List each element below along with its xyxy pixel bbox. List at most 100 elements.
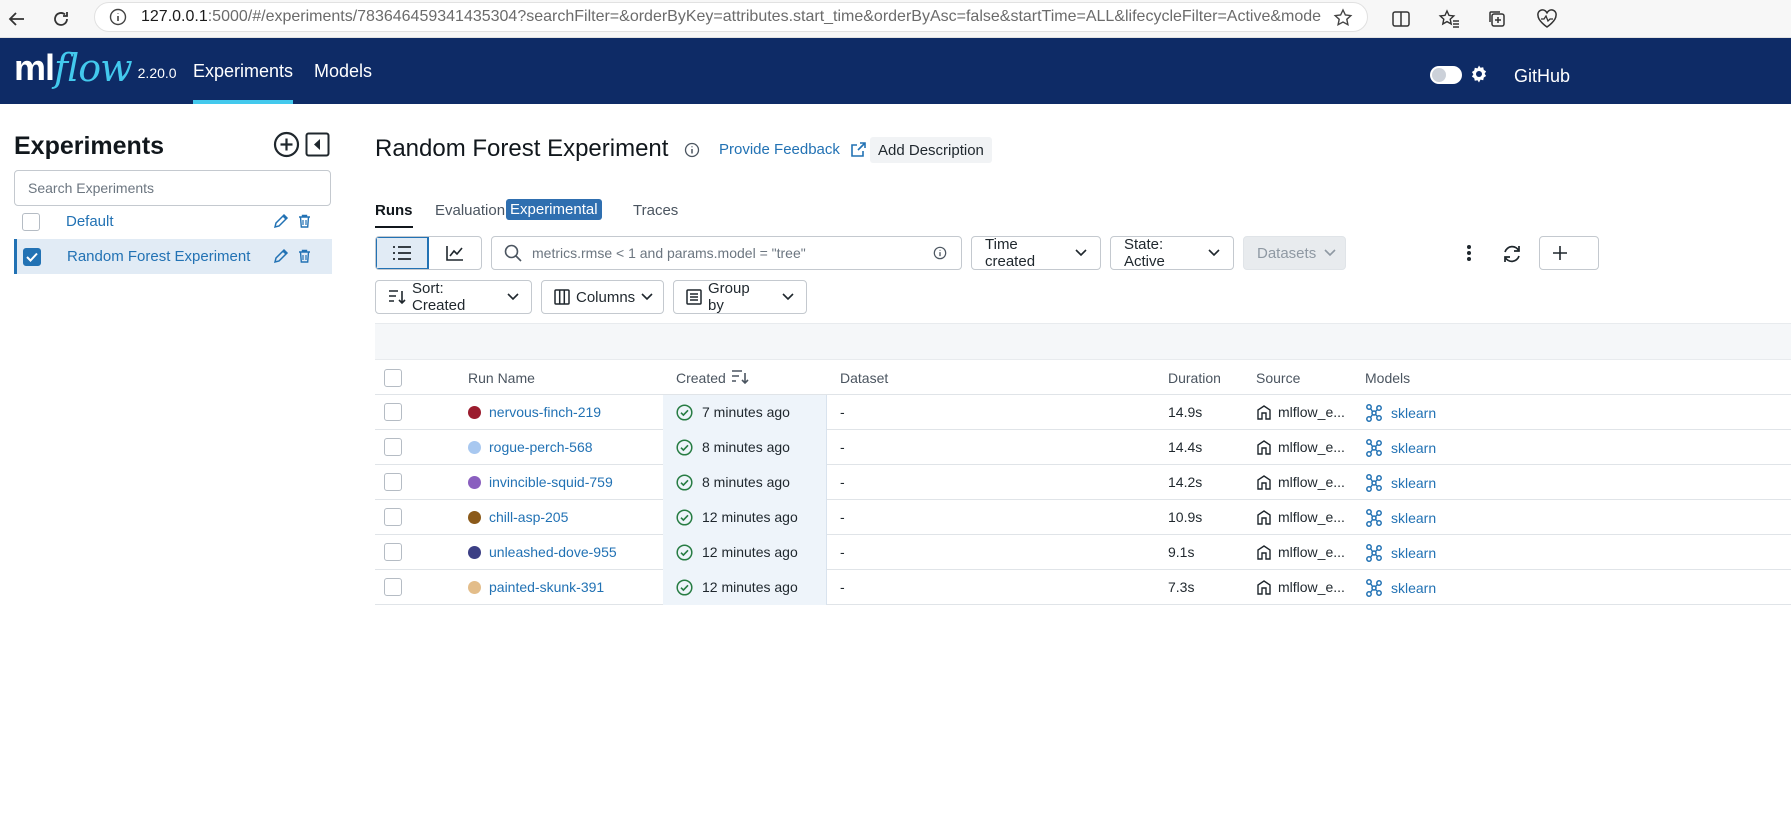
nav-experiments[interactable]: Experiments [193, 38, 294, 104]
model-icon [1365, 404, 1383, 422]
tab-runs[interactable]: Runs [375, 202, 413, 228]
run-color-dot [468, 476, 481, 489]
chart-view-button[interactable] [429, 237, 482, 269]
source-name: mlflow_e... [1278, 404, 1345, 420]
new-run-button[interactable] [1539, 236, 1599, 270]
model-cell[interactable]: sklearn [1365, 509, 1436, 527]
columns-icon [554, 289, 570, 305]
experiment-checkbox[interactable] [23, 247, 41, 266]
sort-dropdown[interactable]: Sort: Created [375, 280, 532, 314]
header-run-name[interactable]: Run Name [468, 370, 535, 386]
more-options-icon[interactable] [1461, 240, 1477, 266]
model-name: sklearn [1391, 475, 1437, 491]
tab-evaluation[interactable]: Evaluation [435, 202, 505, 219]
source-cell[interactable]: mlflow_e... [1256, 509, 1345, 525]
row-checkbox[interactable] [384, 438, 402, 456]
source-cell[interactable]: mlflow_e... [1256, 579, 1345, 595]
columns-dropdown[interactable]: Columns [541, 280, 664, 314]
duration-cell: 14.4s [1168, 439, 1203, 455]
model-name: sklearn [1391, 510, 1437, 526]
check-circle-icon [676, 509, 693, 526]
table-row: nervous-finch-219 7 minutes ago - 14.9s mlfl… [375, 395, 1791, 430]
state-dropdown[interactable]: State: Active [1110, 236, 1234, 270]
table-row: rogue-perch-568 8 minutes ago - 14.4s mlflow… [375, 430, 1791, 465]
run-name-link[interactable]: nervous-finch-219 [489, 404, 601, 420]
tab-traces[interactable]: Traces [633, 202, 678, 219]
header-duration[interactable]: Duration [1168, 370, 1221, 386]
header-dataset[interactable]: Dataset [840, 370, 888, 386]
back-icon[interactable] [0, 2, 34, 36]
experiment-item-random-forest[interactable]: Random Forest Experiment [14, 239, 332, 274]
run-color-dot [468, 546, 481, 559]
model-icon [1365, 544, 1383, 562]
run-name-link[interactable]: unleashed-dove-955 [489, 544, 617, 560]
model-cell[interactable]: sklearn [1365, 579, 1436, 597]
time-created-label: Time created [985, 236, 1036, 270]
edit-icon[interactable] [273, 248, 289, 264]
experiment-name[interactable]: Random Forest Experiment [67, 248, 250, 265]
model-cell[interactable]: sklearn [1365, 439, 1436, 457]
row-checkbox[interactable] [384, 508, 402, 526]
favorite-star-icon[interactable] [1333, 8, 1353, 28]
refresh-icon[interactable] [1501, 243, 1523, 265]
filter-info-icon[interactable] [933, 246, 947, 260]
header-source[interactable]: Source [1256, 370, 1300, 386]
experiment-checkbox[interactable] [22, 212, 40, 231]
run-name-link[interactable]: invincible-squid-759 [489, 474, 613, 490]
split-screen-icon[interactable] [1384, 2, 1418, 36]
info-icon[interactable] [684, 142, 700, 158]
add-experiment-icon[interactable] [273, 131, 300, 158]
model-cell[interactable]: sklearn [1365, 474, 1436, 492]
source-cell[interactable]: mlflow_e... [1256, 544, 1345, 560]
site-info-icon[interactable] [109, 8, 127, 26]
model-cell[interactable]: sklearn [1365, 544, 1436, 562]
row-checkbox[interactable] [384, 578, 402, 596]
header-created[interactable]: Created [676, 370, 726, 386]
model-cell[interactable]: sklearn [1365, 404, 1436, 422]
duration-cell: 10.9s [1168, 509, 1203, 525]
time-created-dropdown[interactable]: Time created [971, 236, 1101, 270]
notebook-icon [1256, 509, 1272, 525]
health-heart-icon[interactable] [1530, 2, 1564, 36]
edit-icon[interactable] [273, 213, 289, 229]
row-checkbox[interactable] [384, 473, 402, 491]
collections-icon[interactable] [1480, 2, 1514, 36]
add-description-button[interactable]: Add Description [870, 137, 992, 163]
table-view-button[interactable] [376, 237, 429, 269]
reload-icon[interactable] [44, 2, 78, 36]
row-checkbox[interactable] [384, 543, 402, 561]
run-name-link[interactable]: chill-asp-205 [489, 509, 568, 525]
trash-icon[interactable] [298, 214, 311, 228]
runs-search-input[interactable] [532, 245, 922, 261]
view-mode-toggle [375, 236, 482, 270]
created-cell: 8 minutes ago [663, 465, 827, 500]
header-models[interactable]: Models [1365, 370, 1410, 386]
trash-icon[interactable] [298, 249, 311, 263]
source-cell[interactable]: mlflow_e... [1256, 439, 1345, 455]
experiment-name[interactable]: Default [66, 213, 114, 230]
run-name-link[interactable]: painted-skunk-391 [489, 579, 604, 595]
run-color-dot [468, 581, 481, 594]
experiment-item-default[interactable]: Default [14, 204, 332, 239]
source-cell[interactable]: mlflow_e... [1256, 404, 1345, 420]
github-link[interactable]: GitHub [1514, 66, 1570, 87]
collapse-sidebar-icon[interactable] [305, 132, 330, 157]
mlflow-logo[interactable]: ml flow 2.20.0 [14, 46, 177, 90]
sort-desc-icon[interactable] [731, 369, 749, 385]
notebook-icon [1256, 474, 1272, 490]
run-name-link[interactable]: rogue-perch-568 [489, 439, 593, 455]
check-circle-icon [676, 579, 693, 596]
search-experiments-input[interactable] [14, 170, 331, 206]
select-all-checkbox[interactable] [384, 369, 402, 387]
address-bar[interactable]: 127.0.0.1:5000/#/experiments/78364645934… [94, 2, 1368, 32]
dark-mode-toggle[interactable] [1430, 66, 1462, 84]
source-cell[interactable]: mlflow_e... [1256, 474, 1345, 490]
nav-models[interactable]: Models [314, 38, 372, 104]
run-color-dot [468, 511, 481, 524]
group-by-dropdown[interactable]: Group by [673, 280, 807, 314]
notebook-icon [1256, 404, 1272, 420]
row-checkbox[interactable] [384, 403, 402, 421]
gear-icon[interactable] [1469, 64, 1489, 84]
provide-feedback-link[interactable]: Provide Feedback [719, 141, 867, 158]
favorites-icon[interactable] [1432, 2, 1466, 36]
